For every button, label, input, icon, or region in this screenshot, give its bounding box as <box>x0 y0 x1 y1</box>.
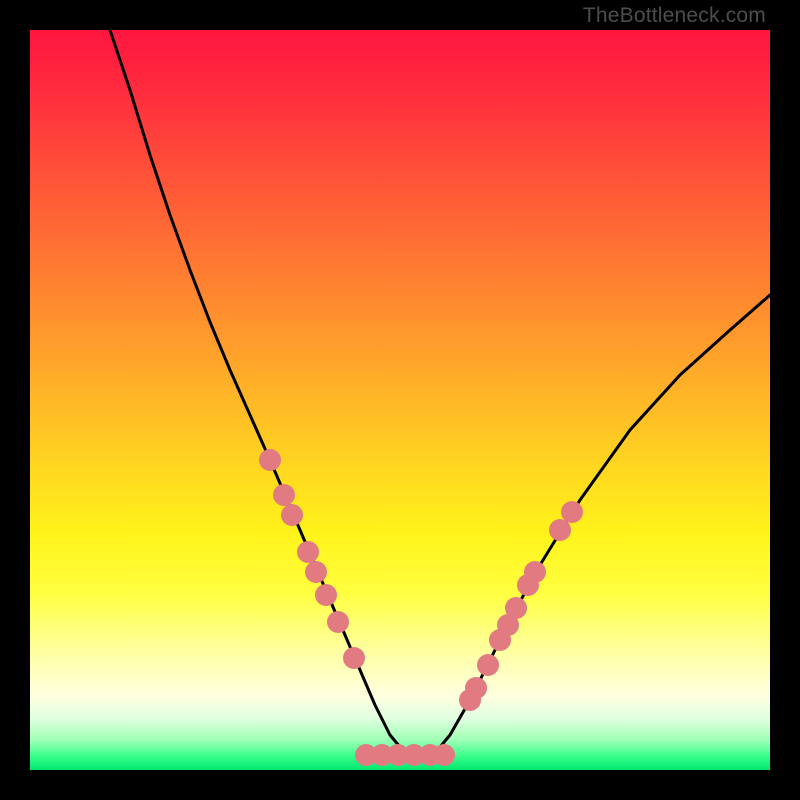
data-marker <box>477 654 499 676</box>
data-marker <box>259 449 281 471</box>
data-marker <box>561 501 583 523</box>
bottleneck-chart <box>30 30 770 770</box>
bottleneck-curve <box>110 30 770 755</box>
data-marker <box>315 584 337 606</box>
data-marker <box>433 744 455 766</box>
plot-area <box>30 30 770 770</box>
data-marker <box>297 541 319 563</box>
data-marker <box>465 677 487 699</box>
data-marker <box>549 519 571 541</box>
data-marker <box>505 597 527 619</box>
data-marker <box>343 647 365 669</box>
data-marker <box>305 561 327 583</box>
data-marker <box>273 484 295 506</box>
data-marker <box>327 611 349 633</box>
data-marker <box>281 504 303 526</box>
data-marker <box>524 561 546 583</box>
watermark: TheBottleneck.com <box>583 4 766 28</box>
